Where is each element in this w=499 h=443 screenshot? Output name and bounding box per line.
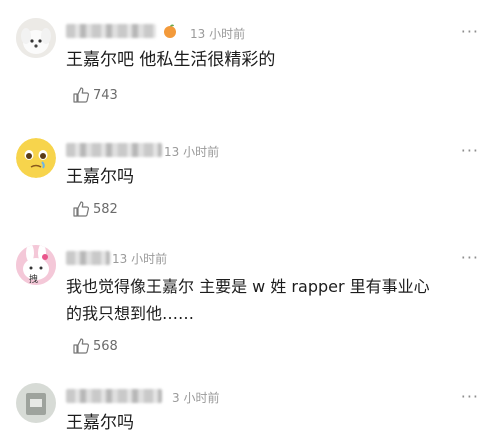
like-count: 743 <box>93 87 118 103</box>
avatar[interactable] <box>16 383 56 423</box>
comment-2: 13 小时前 ··· 王嘉尔吗 582 <box>0 120 499 235</box>
avatar[interactable] <box>16 138 56 178</box>
username-blurred[interactable] <box>66 143 162 157</box>
comment-time: 13 小时前 <box>190 27 246 41</box>
comment-time: 3 小时前 <box>172 391 220 405</box>
comment-text: 王嘉尔吧 他私生活很精彩的 <box>66 50 276 70</box>
avatar[interactable] <box>16 18 56 58</box>
comment-text-line-1: 我也觉得像王嘉尔 主要是 w 姓 rapper 里有事业心 <box>66 277 430 296</box>
comment-4: 3 小时前 ··· 王嘉尔吗 <box>0 375 499 443</box>
username-blurred[interactable] <box>66 24 156 38</box>
crying-emoji-avatar-icon <box>16 138 56 178</box>
comment-time: 13 小时前 <box>112 252 168 266</box>
peach-badge-icon <box>164 24 176 38</box>
more-options-button[interactable]: ··· <box>461 141 479 160</box>
photo-avatar-icon <box>16 383 56 423</box>
comment-3: 拽 13 小时前 ··· 我也觉得像王嘉尔 主要是 w 姓 rapper 里有事… <box>0 235 499 375</box>
like-count: 582 <box>93 201 118 217</box>
more-options-button[interactable]: ··· <box>461 248 479 267</box>
like-count: 568 <box>93 338 118 354</box>
username-blurred[interactable] <box>66 251 110 265</box>
thumbs-up-icon <box>73 87 90 103</box>
comment-text: 王嘉尔吗 <box>66 167 134 187</box>
thumbs-up-icon <box>73 201 90 217</box>
like-button[interactable]: 582 <box>72 200 118 218</box>
username-blurred[interactable] <box>66 389 162 403</box>
like-button[interactable]: 568 <box>72 337 118 355</box>
dog-avatar-icon <box>16 18 56 58</box>
comment-text: 王嘉尔吗 <box>66 413 134 433</box>
like-button[interactable]: 743 <box>72 86 118 104</box>
more-options-button[interactable]: ··· <box>461 22 479 41</box>
comment-time: 13 小时前 <box>164 145 220 159</box>
comment-text-line-2: 的我只想到他…… <box>66 304 195 323</box>
thumbs-up-icon <box>73 338 90 354</box>
comment-1: 13 小时前 ··· 王嘉尔吧 他私生活很精彩的 743 <box>0 0 499 120</box>
avatar-tag: 拽 <box>29 275 39 285</box>
more-options-button[interactable]: ··· <box>461 387 479 406</box>
avatar[interactable]: 拽 <box>16 245 56 285</box>
